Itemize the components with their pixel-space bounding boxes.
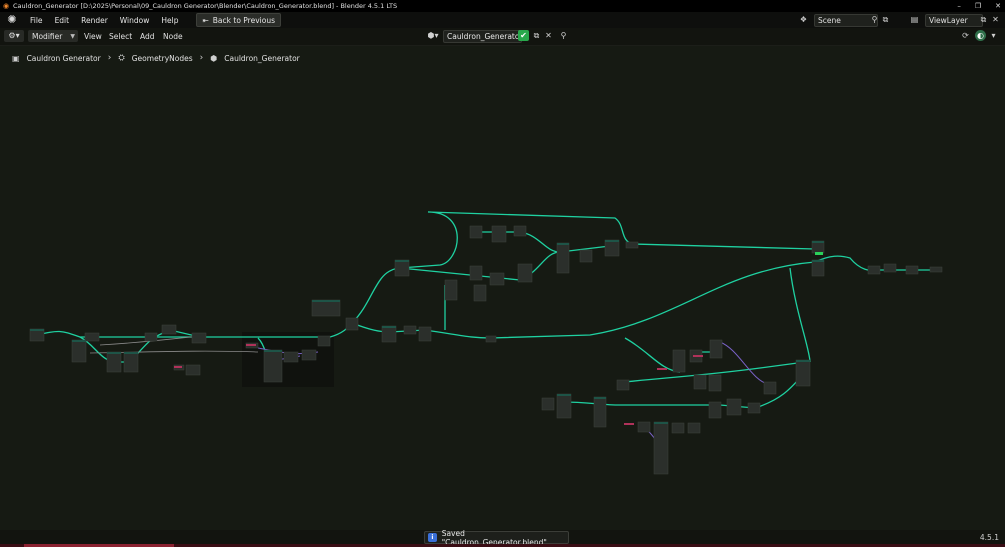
- geometry-node-mode-select[interactable]: Modifier ▼: [28, 30, 78, 42]
- menu-view[interactable]: View: [84, 32, 102, 41]
- chevron-down-icon: ▼: [70, 32, 75, 40]
- new-scene-icon[interactable]: ⧉: [880, 14, 891, 25]
- info-icon: i: [428, 533, 437, 542]
- window-controls: – ❐ ✕: [957, 0, 1001, 12]
- node-tree-browse-icon[interactable]: ⬢▾: [425, 30, 441, 41]
- node-editor-icon[interactable]: ⚙▾: [4, 30, 24, 42]
- overlay-icon[interactable]: ◐: [975, 30, 986, 41]
- mode-label: Modifier: [32, 31, 63, 41]
- back-to-previous-button[interactable]: ⇤ Back to Previous: [196, 13, 281, 27]
- new-view-layer-icon[interactable]: ⧉: [978, 14, 989, 25]
- pin-scene-icon[interactable]: ⚲: [869, 14, 880, 25]
- node-tree-name: Cauldron_Generator: [447, 32, 523, 41]
- minimize-icon[interactable]: –: [957, 2, 961, 10]
- gray-links: [89, 335, 259, 354]
- view-layer-selector[interactable]: ViewLayer: [925, 14, 983, 27]
- back-icon: ⇤: [202, 15, 209, 25]
- pin-icon[interactable]: ⚲: [558, 30, 569, 41]
- menu-render[interactable]: Render: [75, 16, 114, 25]
- node-tree-name-field[interactable]: Cauldron_Generator: [443, 30, 523, 43]
- node-editor-header: ⚙▾ Modifier ▼ View Select Add Node ⬢▾ Ca…: [0, 28, 1005, 46]
- menu-select[interactable]: Select: [109, 32, 132, 41]
- view-layer-icon[interactable]: ▤: [909, 14, 920, 25]
- window-title: Cauldron_Generator [D:\2025\Personal\09_…: [13, 2, 398, 10]
- blender-app-icon: ◉: [3, 1, 10, 10]
- duplicate-icon[interactable]: ⧉: [531, 30, 542, 41]
- restore-icon[interactable]: ❐: [975, 2, 981, 10]
- blender-version: 4.5.1: [979, 533, 999, 542]
- scene-name: Scene: [818, 16, 841, 25]
- menu-file[interactable]: File: [24, 16, 49, 25]
- menu-window[interactable]: Window: [114, 16, 156, 25]
- scene-icon[interactable]: ❖: [798, 14, 809, 25]
- unlink-icon[interactable]: ✕: [543, 30, 554, 41]
- remove-view-layer-icon[interactable]: ✕: [990, 14, 1001, 25]
- window-titlebar: ◉ Cauldron_Generator [D:\2025\Personal\0…: [0, 0, 1005, 12]
- overlay-dropdown-icon[interactable]: ▾: [988, 30, 999, 41]
- blender-logo-icon[interactable]: ✺: [6, 14, 18, 26]
- back-to-previous-label: Back to Previous: [212, 15, 275, 25]
- menu-edit[interactable]: Edit: [49, 16, 76, 25]
- menu-add[interactable]: Add: [140, 32, 155, 41]
- status-bar: i Saved "Cauldron_Generator.blend" 4.5.1: [0, 529, 1005, 547]
- node-canvas[interactable]: [0, 46, 1005, 530]
- fake-user-shield-icon[interactable]: ✔: [518, 30, 529, 41]
- status-report[interactable]: i Saved "Cauldron_Generator.blend": [424, 529, 569, 547]
- menu-node[interactable]: Node: [163, 32, 183, 41]
- snap-icon[interactable]: ⟳: [960, 30, 971, 41]
- view-layer-name: ViewLayer: [929, 16, 968, 25]
- close-icon[interactable]: ✕: [995, 2, 1001, 10]
- menu-help[interactable]: Help: [155, 16, 184, 25]
